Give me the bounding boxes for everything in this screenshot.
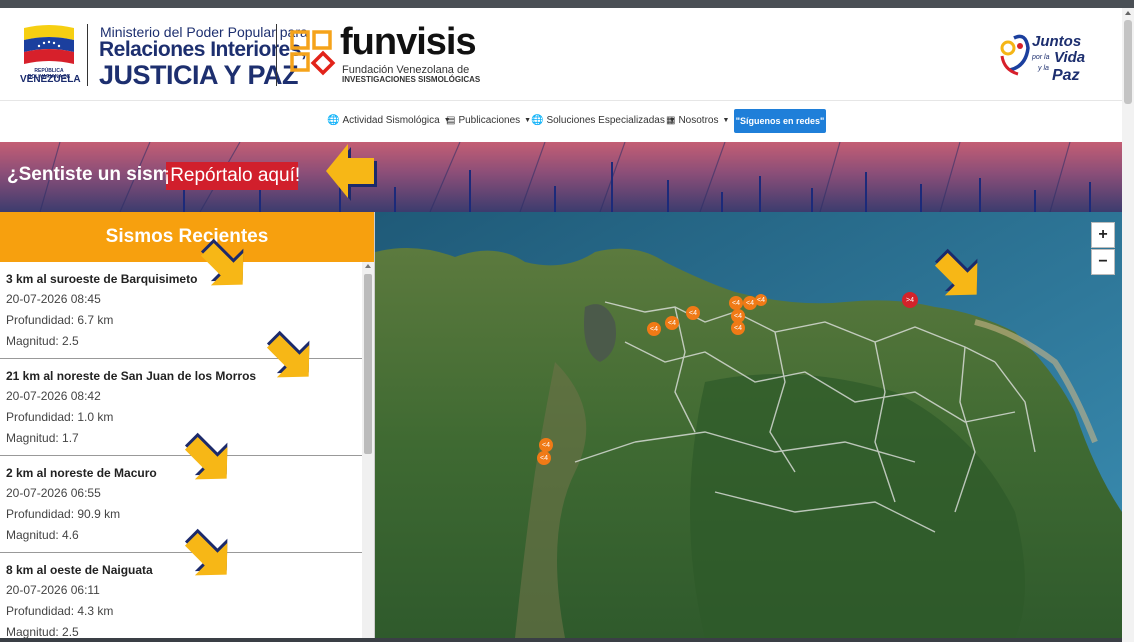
juntos-text-y-la: y la <box>1037 65 1049 72</box>
main-navbar: 🌐 Actividad Sismológica ▼ ▤ Publicacione… <box>0 100 1122 143</box>
document-icon: ▤ <box>446 115 456 126</box>
book-icon: ▦ <box>666 115 676 126</box>
earthquake-depth: Profundidad: 6.7 km <box>6 313 114 327</box>
list-scrollbar-thumb[interactable] <box>364 274 372 454</box>
juntos-text-por-la: por la <box>1031 54 1050 61</box>
juntos-text-vida: Vida <box>1054 49 1085 66</box>
ministry-line3: JUSTICIA Y PAZ <box>99 60 299 90</box>
earthquake-depth: Profundidad: 1.0 km <box>6 410 114 424</box>
nav-publicaciones[interactable]: ▤ Publicaciones ▼ <box>446 115 531 126</box>
juntos-text-paz: Paz <box>1052 67 1080 84</box>
nav-actividad-sismologica[interactable]: 🌐 Actividad Sismológica ▼ <box>327 115 451 126</box>
earthquake-location: 21 km al noreste de San Juan de los Morr… <box>6 369 257 383</box>
globe-icon: 🌐 <box>531 115 544 126</box>
browser-top-strip <box>0 0 1134 8</box>
reportalo-aqui-button[interactable]: ¡Repórtalo aquí! <box>164 162 300 190</box>
annotation-arrow-icon <box>184 528 228 576</box>
siguenos-en-redes-button[interactable]: "Síguenos en redes" <box>734 109 826 133</box>
site-header: REPÚBLICA BOLIVARIANA DE VENEZUELA Minis… <box>0 8 1122 100</box>
earthquake-datetime: 20-07-2026 06:11 <box>6 583 100 597</box>
earthquake-magnitude: Magnitud: 4.6 <box>6 528 79 542</box>
earthquake-marker[interactable]: <4 <box>686 306 700 320</box>
zoom-out-button[interactable]: − <box>1091 249 1115 275</box>
bottom-strip <box>0 638 1122 642</box>
earthquake-marker[interactable]: <4 <box>665 316 679 330</box>
zoom-in-button[interactable]: + <box>1091 222 1115 248</box>
annotation-arrow-icon <box>184 432 228 480</box>
nav-soluciones-especializadas[interactable]: 🌐 Soluciones Especializadas ▼ <box>531 115 676 126</box>
annotation-arrow-icon <box>200 238 244 286</box>
earthquake-magnitude: Magnitud: 2.5 <box>6 625 79 639</box>
earthquake-datetime: 20-07-2026 08:42 <box>6 389 101 403</box>
earthquake-map[interactable]: + − <4 <4 <4 <4 <4 <4 <4 <4 <4 <4 >4 <box>375 212 1122 638</box>
earthquake-depth: Profundidad: 4.3 km <box>6 604 114 618</box>
earthquake-marker[interactable]: <4 <box>731 321 745 335</box>
earthquake-marker[interactable]: <4 <box>539 438 553 452</box>
scroll-up-arrow-icon[interactable] <box>1125 11 1131 15</box>
recent-earthquakes-title: Sismos Recientes <box>0 212 374 262</box>
scroll-up-arrow-icon[interactable] <box>365 264 371 268</box>
emblem-country-text: VENEZUELA <box>20 74 81 85</box>
juntos-text: Juntos <box>1032 33 1081 50</box>
nav-label: Actividad Sismológica <box>342 115 440 126</box>
header-divider <box>276 24 277 86</box>
earthquake-marker-strong[interactable]: >4 <box>902 292 918 308</box>
report-earthquake-banner: ¿Sentiste un sismo? ¡Repórtalo aquí! <box>0 142 1122 212</box>
nav-label: Nosotros <box>678 115 719 126</box>
header-divider <box>87 24 88 86</box>
annotation-arrow-icon <box>326 144 377 201</box>
earthquake-location: 8 km al oeste de Naiguata <box>6 563 153 577</box>
annotation-arrow-icon <box>266 330 310 378</box>
funvisis-name: funvisis <box>340 21 477 63</box>
earthquake-marker[interactable]: <4 <box>537 451 551 465</box>
earthquake-marker[interactable]: <4 <box>729 296 743 310</box>
earthquake-location: 3 km al suroeste de Barquisimeto <box>6 272 198 286</box>
earthquake-marker[interactable]: <4 <box>647 322 661 336</box>
annotation-arrow-icon <box>934 248 978 296</box>
caret-down-icon: ▼ <box>722 117 730 124</box>
earthquake-depth: Profundidad: 90.9 km <box>6 507 121 521</box>
nav-label: Soluciones Especializadas <box>546 115 665 126</box>
funvisis-logo-icon <box>290 30 336 76</box>
funvisis-subtitle-2: INVESTIGACIONES SISMOLÓGICAS <box>342 75 481 84</box>
earthquake-magnitude: Magnitud: 1.7 <box>6 431 79 445</box>
earthquake-datetime: 20-07-2026 08:45 <box>6 292 101 306</box>
juntos-por-la-vida-logo: Juntos por la Vida y la Paz <box>1000 33 1085 84</box>
earthquake-magnitude: Magnitud: 2.5 <box>6 334 79 348</box>
page-scrollbar-thumb[interactable] <box>1124 20 1132 104</box>
earthquake-marker[interactable]: <4 <box>755 294 767 306</box>
nav-nosotros[interactable]: ▦ Nosotros ▼ <box>666 115 729 126</box>
earthquake-datetime: 20-07-2026 06:55 <box>6 486 101 500</box>
earthquake-location: 2 km al noreste de Macuro <box>6 466 157 480</box>
globe-icon: 🌐 <box>327 115 340 126</box>
satellite-map-image <box>375 212 1122 638</box>
nav-label: Publicaciones <box>458 115 521 126</box>
